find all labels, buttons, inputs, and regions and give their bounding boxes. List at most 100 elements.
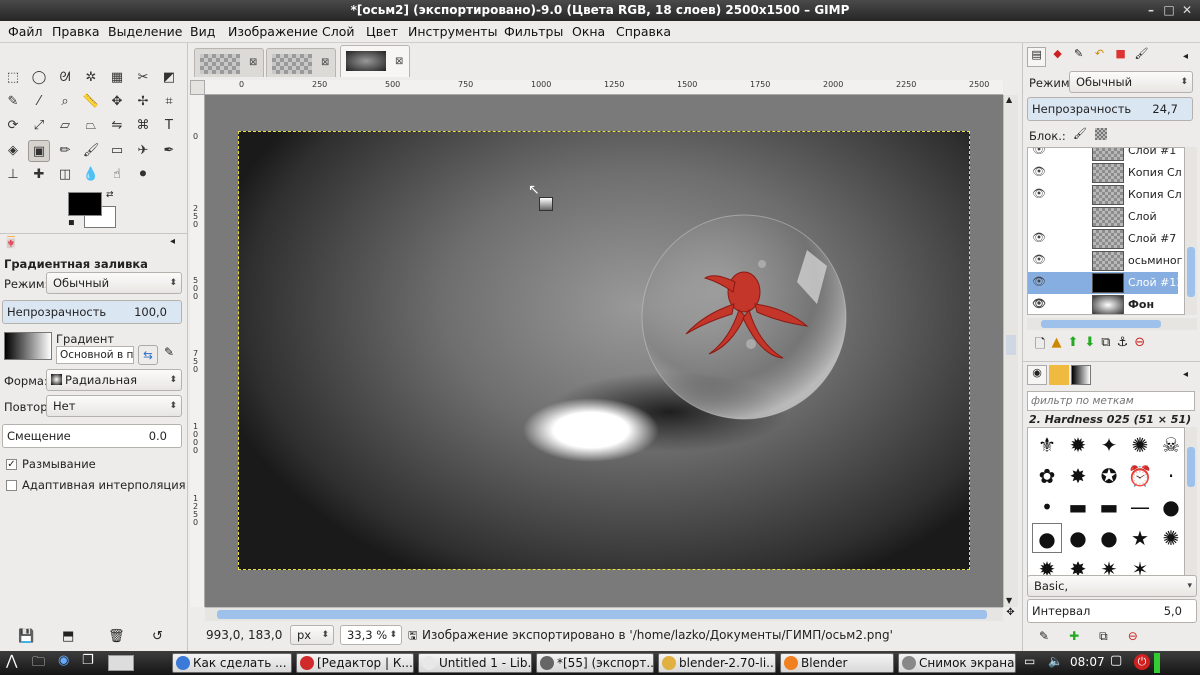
brush-preset-item[interactable]: ✿ — [1032, 461, 1062, 491]
dodge-burn-icon[interactable]: ⚫ — [132, 164, 154, 186]
taskbar-task-button[interactable]: Снимок экрана — [898, 653, 1016, 673]
adaptive-checkbox[interactable] — [6, 480, 17, 491]
scroll-thumb[interactable] — [1187, 247, 1195, 297]
panel-menu-icon[interactable]: ◂ — [1183, 51, 1188, 62]
blur-icon[interactable]: 💧 — [80, 164, 102, 186]
raise-layer-icon[interactable]: ⬆ — [1067, 335, 1078, 357]
panel-menu-icon[interactable]: ◂ — [1183, 369, 1188, 380]
taskbar-task-button[interactable]: *[55] (экспорт... — [536, 653, 654, 673]
lock-alpha-icon[interactable] — [1095, 128, 1107, 140]
brush-preset-item[interactable]: ▬ — [1063, 492, 1093, 522]
layer-row-selected[interactable]: 👁 Слой #13 — [1028, 272, 1182, 294]
vertical-ruler[interactable]: 0 250 500 750 1000 1250 — [190, 95, 205, 607]
scroll-thumb[interactable] — [1187, 447, 1195, 487]
desktop-icon[interactable] — [108, 655, 134, 671]
reverse-gradient-icon[interactable]: ⇆ — [138, 345, 158, 365]
vertical-scrollbar[interactable]: ▲ ▼ — [1003, 95, 1018, 607]
reset-colors-icon[interactable]: ◾ — [68, 218, 75, 228]
crop-icon[interactable]: ⌗ — [158, 91, 180, 113]
clone-icon[interactable]: ⊥ — [2, 164, 24, 186]
brushes-tab-icon[interactable]: ◉ — [1027, 365, 1047, 385]
airbrush-icon[interactable]: ✈ — [132, 140, 154, 162]
layer-row[interactable]: Слой — [1028, 206, 1178, 228]
layer-row[interactable]: 👁 Слой #1 — [1028, 148, 1178, 162]
gradient-preview[interactable] — [4, 332, 52, 360]
eye-icon[interactable]: 👁 — [1032, 297, 1046, 310]
horizontal-scrollbar[interactable] — [205, 607, 1003, 621]
paths-tab-icon[interactable]: ✎ — [1069, 47, 1088, 67]
shear-icon[interactable]: ▱ — [54, 115, 76, 137]
image-tab-active[interactable]: ⊠ — [340, 45, 410, 77]
eye-icon[interactable]: 👁 — [1032, 187, 1046, 200]
move-icon[interactable]: ✥ — [106, 91, 128, 113]
brush-preset-item[interactable]: ✪ — [1094, 461, 1124, 491]
menu-select[interactable]: Выделение — [108, 24, 182, 39]
brush-preset-item[interactable]: ✦ — [1094, 430, 1124, 460]
spacing-spinner[interactable]: Интервал 5,0 — [1027, 599, 1197, 623]
browser-icon[interactable]: ◉ — [58, 653, 69, 668]
navigate-icon[interactable]: ✥ — [1003, 607, 1018, 621]
menu-tools[interactable]: Инструменты — [408, 24, 497, 39]
ink-icon[interactable]: ✒ — [158, 140, 180, 162]
brush-preset-item[interactable]: · — [1156, 461, 1184, 491]
brush-preset-item[interactable]: ✸ — [1063, 461, 1093, 491]
close-icon[interactable]: ✕ — [1178, 0, 1196, 21]
volume-icon[interactable]: 🔈 — [1048, 654, 1063, 668]
eye-icon[interactable]: 👁 — [1032, 231, 1046, 244]
layers-scrollbar[interactable] — [1185, 147, 1197, 315]
duplicate-brush-icon[interactable]: ⧉ — [1099, 629, 1108, 649]
brush-preset-item[interactable]: ✹ — [1032, 554, 1062, 576]
lock-pixels-icon[interactable]: 🖌 — [1073, 127, 1087, 140]
opacity-spinner[interactable]: Непрозрачность 100,0 — [2, 300, 182, 324]
measure-icon[interactable]: 📏 — [80, 91, 102, 113]
brush-preset-item[interactable]: ● — [1156, 492, 1184, 522]
colors-tab-icon[interactable]: ■ — [1111, 47, 1130, 67]
gradient-name-field[interactable]: Основной в п — [56, 346, 134, 364]
foreground-color-swatch[interactable] — [68, 192, 102, 216]
brush-preset-item[interactable]: ▬ — [1094, 492, 1124, 522]
align-icon[interactable]: ✢ — [132, 91, 154, 113]
ruler-corner[interactable] — [190, 80, 205, 95]
files-icon[interactable]: 🗀 — [32, 653, 45, 675]
layer-row[interactable]: 👁 Фон — [1028, 294, 1178, 314]
new-brush-icon[interactable]: ✚ — [1069, 629, 1079, 649]
shape-select[interactable]: Радиальная ⬍ — [46, 369, 182, 391]
layer-row[interactable]: 👁 осьминог. — [1028, 250, 1182, 272]
undo-tab-icon[interactable]: ↶ — [1090, 47, 1109, 67]
patterns-tab-icon[interactable] — [1049, 365, 1069, 385]
layer-row[interactable]: 👁 Слой #7 — [1028, 228, 1178, 250]
taskbar-task-button[interactable]: Untitled 1 - Lib... — [418, 653, 532, 673]
eye-icon[interactable]: 👁 — [1032, 253, 1046, 266]
brush-preset-item[interactable]: ✶ — [1125, 554, 1155, 576]
text-icon[interactable]: T — [158, 115, 180, 137]
close-tab-icon[interactable]: ⊠ — [395, 56, 403, 67]
brush-preset-item[interactable]: — — [1125, 492, 1155, 522]
edit-brush-icon[interactable]: ✎ — [1039, 629, 1049, 649]
brush-preset-item[interactable]: ⏰ — [1125, 461, 1155, 491]
taskbar-task-button[interactable]: blender-2.70-li... — [658, 653, 776, 673]
restore-options-icon[interactable]: ⬒ — [62, 629, 74, 644]
brush-preset-item[interactable]: ● — [1032, 523, 1062, 553]
close-tab-icon[interactable]: ⊠ — [249, 57, 257, 68]
fuzzy-select-icon[interactable]: ✲ — [80, 67, 102, 89]
paths-icon[interactable]: ✎ — [2, 91, 24, 113]
windows-icon[interactable]: ❐ — [82, 653, 94, 668]
anchor-layer-icon[interactable]: ⚓ — [1117, 335, 1129, 357]
menu-filters[interactable]: Фильтры — [504, 24, 563, 39]
taskbar-task-button[interactable]: [Редактор | К... — [296, 653, 414, 673]
paintbrush-icon[interactable]: 🖌 — [80, 140, 102, 162]
horizontal-ruler[interactable]: 0 250 500 750 1000 1250 1500 1750 2000 2… — [205, 80, 1003, 95]
brush-preset-item[interactable]: ● — [1063, 523, 1093, 553]
brush-tag-filter-input[interactable] — [1027, 391, 1195, 411]
gradients-tab-icon[interactable] — [1071, 365, 1091, 385]
layer-opacity-spinner[interactable]: Непрозрачность 24,7 — [1027, 97, 1193, 121]
brush-preset-item[interactable]: ✺ — [1156, 523, 1184, 553]
menu-view[interactable]: Вид — [190, 24, 215, 39]
perspective-clone-icon[interactable]: ◫ — [54, 164, 76, 186]
lock-screen-icon[interactable]: ▢ — [1110, 653, 1122, 668]
chevron-up-icon[interactable]: ▲ — [1006, 95, 1012, 104]
gradient-icon[interactable]: ▣ — [28, 140, 50, 162]
taskbar-task-button[interactable]: Как сделать ... — [172, 653, 292, 673]
taskbar-task-button[interactable]: Blender — [780, 653, 894, 673]
save-options-icon[interactable]: 💾 — [18, 629, 34, 644]
